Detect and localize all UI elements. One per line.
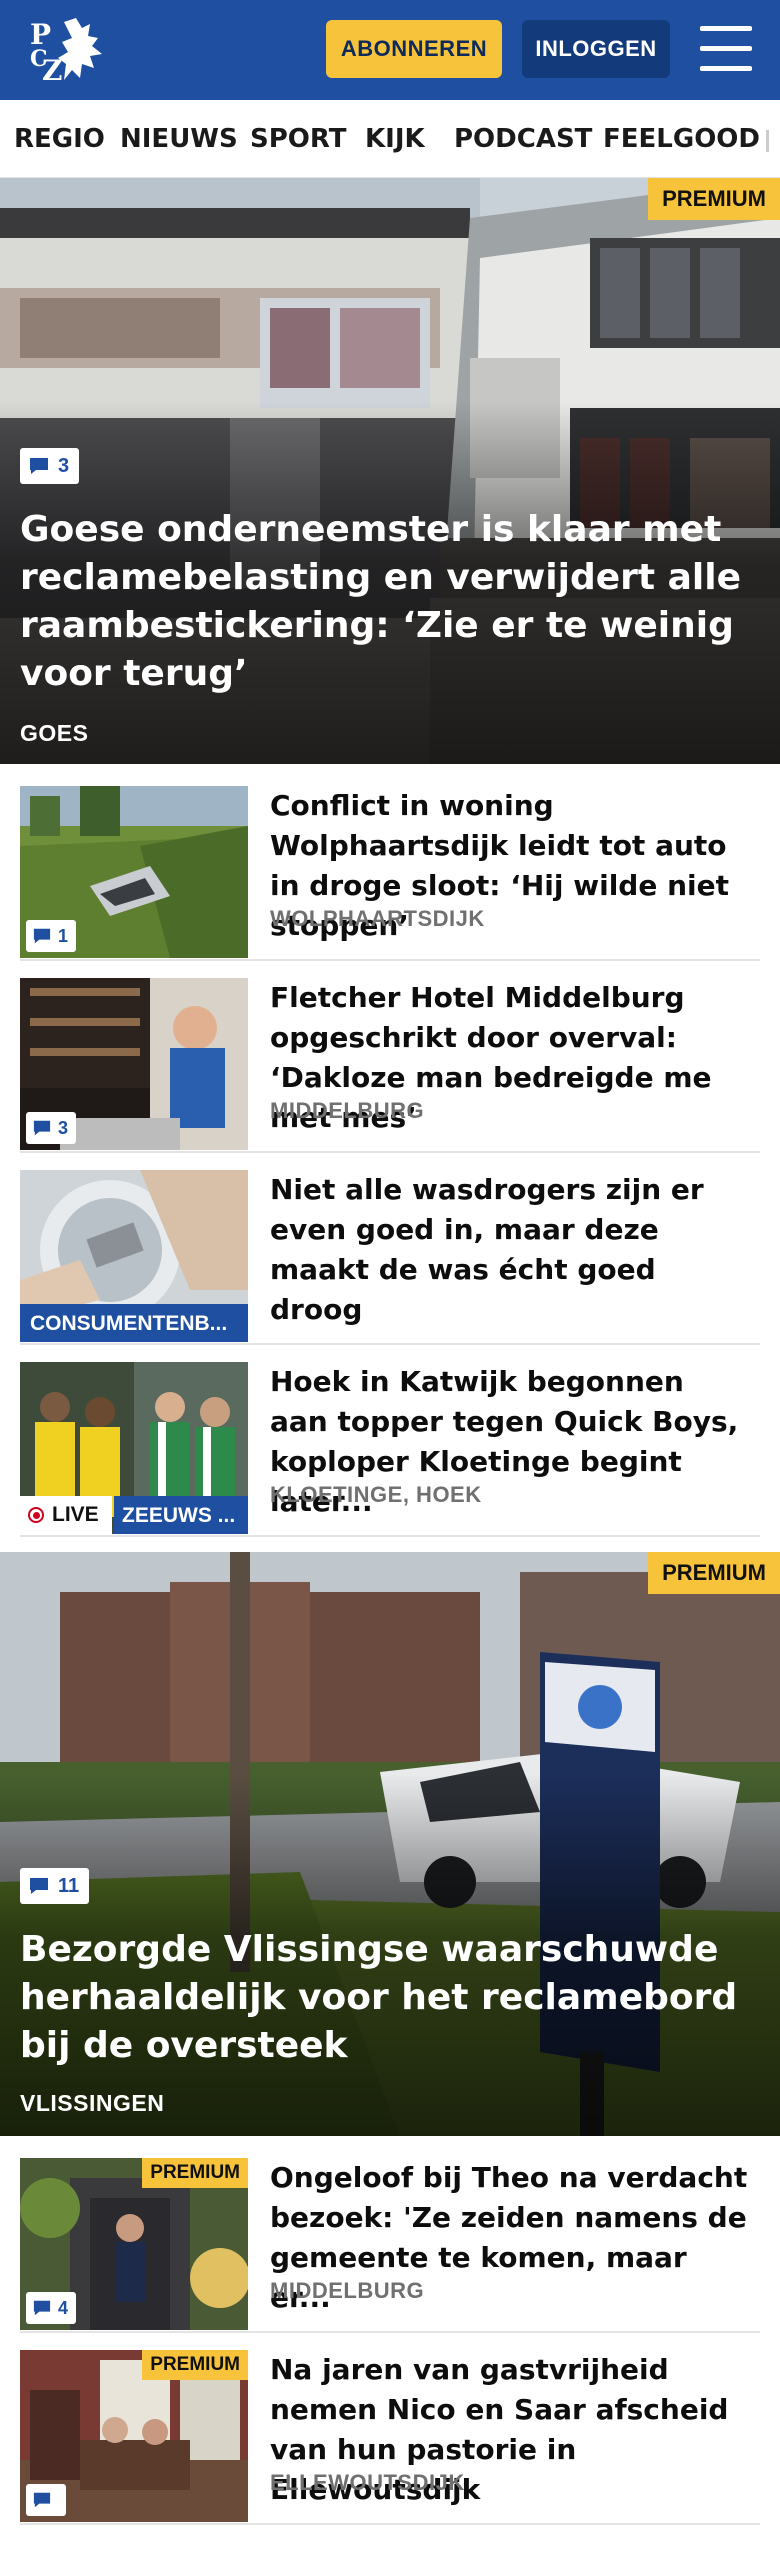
nav-item-podcast[interactable]: PODCAST	[454, 124, 592, 154]
comment-count-badge[interactable]: 4	[26, 2292, 77, 2324]
hero-article-vlissingen[interactable]: PREMIUM 11 Bezorgde Vlissingse waarschuw…	[0, 1552, 780, 2136]
comment-icon	[33, 928, 51, 944]
comment-icon	[33, 2492, 51, 2508]
comment-count: 3	[58, 454, 70, 477]
comment-icon	[33, 2300, 51, 2316]
live-badge: LIVE	[20, 1496, 112, 1534]
comment-count-badge[interactable]	[26, 2484, 66, 2516]
nav-item-regio[interactable]: REGIO	[14, 124, 105, 154]
comment-count-badge[interactable]: 1	[26, 920, 77, 952]
article-thumbnail: LIVE ZEEUWS ...	[20, 1362, 248, 1534]
list-item[interactable]: PREMIUM 4 Ongeloof bij Theo na verdacht …	[20, 2158, 760, 2333]
comment-count-badge[interactable]: 11	[20, 1868, 90, 1904]
nav-overflow-divider	[766, 130, 769, 152]
article-location: WOLPHAARTSDIJK	[270, 906, 485, 931]
login-button[interactable]: INLOGGEN	[522, 20, 670, 78]
article-headline[interactable]: Niet alle wasdrogers zijn er even goed i…	[270, 1170, 750, 1330]
article-location: ELLEWOUTSDIJK	[270, 2470, 465, 2495]
premium-badge: PREMIUM	[142, 2350, 248, 2380]
live-label: LIVE	[52, 1503, 99, 1526]
hero-location: GOES	[20, 720, 89, 746]
comment-icon	[33, 1120, 51, 1136]
nav-item-sport[interactable]: SPORT	[250, 124, 346, 154]
article-thumbnail: 1	[20, 786, 248, 958]
hero-headline[interactable]: Bezorgde Vlissingse waarschuwde herhaald…	[20, 1926, 760, 2070]
list-item[interactable]: 3 Fletcher Hotel Middelburg opge­schrikt…	[20, 978, 760, 1153]
list-item[interactable]: 1 Conflict in woning Wolphaarts­dijk lei…	[20, 786, 760, 961]
nav-item-nieuws[interactable]: NIEUWS	[120, 124, 238, 154]
hero-headline[interactable]: Goese onderneemster is klaar met reclame…	[20, 506, 760, 698]
premium-badge: PREMIUM	[648, 1552, 780, 1594]
premium-badge: PREMIUM	[142, 2158, 248, 2188]
svg-text:C: C	[30, 46, 48, 72]
nav-item-feelgood[interactable]: FEELGOOD	[603, 124, 760, 154]
nav-item-kijk[interactable]: KIJK	[365, 124, 425, 154]
comment-icon	[30, 458, 48, 474]
comment-count: 3	[58, 1117, 69, 1138]
article-thumbnail: PREMIUM	[20, 2350, 248, 2522]
comment-count-badge[interactable]: 3	[26, 1112, 77, 1144]
article-thumbnail: PREMIUM 4	[20, 2158, 248, 2330]
comment-count: 11	[58, 1874, 80, 1897]
premium-badge: PREMIUM	[648, 178, 780, 220]
comment-icon	[30, 1878, 48, 1894]
hero-article-goes[interactable]: PREMIUM 3 Goese onderneemster is klaar m…	[0, 178, 780, 764]
category-label: ZEEUWS ...	[114, 1496, 248, 1534]
article-location: MIDDELBURG	[270, 1098, 425, 1123]
article-thumbnail: CONSUMENTENB...	[20, 1170, 248, 1342]
category-label: CONSUMENTENB...	[20, 1304, 248, 1342]
list-item[interactable]: PREMIUM Na jaren van gastvrijheid nemen …	[20, 2350, 760, 2525]
site-header: P Z C ABONNEREN INLOGGEN	[0, 0, 780, 100]
section-nav: REGIO NIEUWS SPORT KIJK PODCAST FEELGOOD	[0, 100, 780, 178]
live-indicator-icon	[28, 1507, 44, 1523]
pzc-logo[interactable]: P Z C	[28, 14, 110, 86]
article-thumbnail: 3	[20, 978, 248, 1150]
list-item[interactable]: CONSUMENTENB... Niet alle wasdrogers zij…	[20, 1170, 760, 1345]
comment-count: 1	[58, 925, 69, 946]
hero-location: VLISSINGEN	[20, 2090, 165, 2116]
comment-count-badge[interactable]: 3	[20, 448, 80, 484]
subscribe-button[interactable]: ABONNEREN	[326, 20, 502, 78]
article-location: MIDDELBURG	[270, 2278, 425, 2303]
article-location: KLOETINGE, HOEK	[270, 1482, 482, 1507]
hamburger-menu-icon[interactable]	[700, 26, 752, 72]
list-item[interactable]: LIVE ZEEUWS ... Hoek in Katwijk begonnen…	[20, 1362, 760, 1537]
comment-count: 4	[58, 2297, 69, 2318]
